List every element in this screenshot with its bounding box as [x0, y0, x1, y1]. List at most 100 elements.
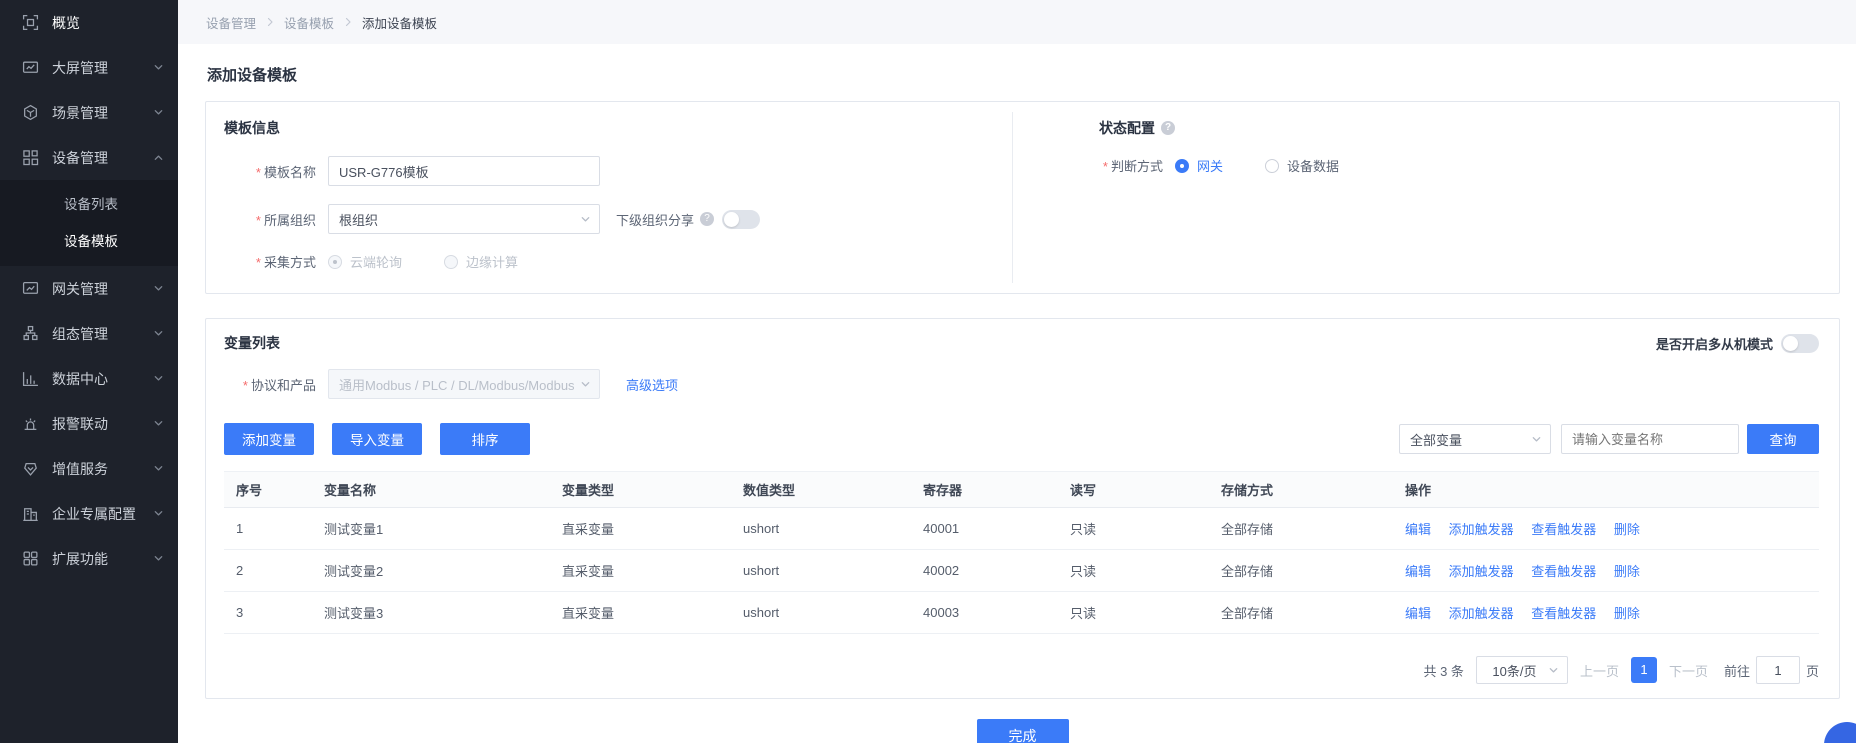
breadcrumb-item[interactable]: 设备管理 [206, 13, 256, 32]
chevron-down-icon [153, 107, 164, 118]
sidebar-submenu-device: 设备列表 设备模板 [0, 180, 178, 266]
view-trigger-link[interactable]: 查看触发器 [1531, 606, 1596, 621]
org-select[interactable]: 根组织 [328, 204, 600, 234]
query-button[interactable]: 查询 [1747, 424, 1819, 454]
table-row: 3 测试变量3 直采变量 ushort 40003 只读 全部存储 编辑 添加触… [224, 592, 1819, 634]
variable-filter-select[interactable]: 全部变量 [1399, 424, 1551, 454]
sidebar-item-label: 概览 [52, 13, 80, 33]
sidebar-item-label: 大屏管理 [52, 58, 108, 78]
delete-link[interactable]: 删除 [1614, 522, 1640, 537]
table-row: 1 测试变量1 直采变量 ushort 40001 只读 全部存储 编辑 添加触… [224, 508, 1819, 550]
finish-button[interactable]: 完成 [977, 719, 1069, 743]
add-variable-button[interactable]: 添加变量 [224, 423, 314, 455]
share-label: 下级组织分享 [616, 210, 694, 229]
help-icon[interactable]: ? [700, 212, 714, 226]
gateway-radio-label: 网关 [1197, 156, 1223, 175]
prev-page-button[interactable]: 上一页 [1580, 661, 1619, 680]
sidebar-subitem-device-list[interactable]: 设备列表 [0, 186, 178, 223]
sidebar-item-extension[interactable]: 扩展功能 [0, 536, 178, 581]
sidebar-item-label: 增值服务 [52, 459, 108, 479]
view-trigger-link[interactable]: 查看触发器 [1531, 522, 1596, 537]
variable-search-input[interactable] [1561, 424, 1739, 454]
col-header: 变量类型 [550, 472, 731, 508]
protocol-select: 通用Modbus / PLC / DL/Modbus/Modbus RTU [328, 369, 600, 399]
topology-icon [22, 325, 39, 342]
delete-link[interactable]: 删除 [1614, 606, 1640, 621]
toggle-knob [724, 212, 739, 227]
sidebar-item-data-center[interactable]: 数据中心 [0, 356, 178, 401]
data-center-icon [22, 370, 39, 387]
chevron-down-icon [153, 62, 164, 73]
goto-label: 前往 [1724, 661, 1750, 680]
next-page-button[interactable]: 下一页 [1669, 661, 1708, 680]
current-page-button[interactable]: 1 [1631, 657, 1657, 683]
page-size-select[interactable]: 10条/页 [1476, 656, 1568, 684]
add-trigger-link[interactable]: 添加触发器 [1449, 522, 1514, 537]
sidebar-item-big-screen[interactable]: 大屏管理 [0, 45, 178, 90]
import-variable-button[interactable]: 导入变量 [332, 423, 422, 455]
app-window: 概览 大屏管理 场景管理 设备管理 设备列表 设备模板 网关管理 组态 [0, 0, 1856, 743]
sidebar-item-label: 组态管理 [52, 324, 108, 344]
advanced-options-link[interactable]: 高级选项 [626, 375, 678, 394]
status-config-section: 状态配置 ? *判断方式 网关 设备数据 [1013, 102, 1839, 293]
add-trigger-link[interactable]: 添加触发器 [1449, 606, 1514, 621]
overview-icon [22, 14, 39, 31]
col-header: 数值类型 [731, 472, 911, 508]
sidebar-item-gateway[interactable]: 网关管理 [0, 266, 178, 311]
add-trigger-link[interactable]: 添加触发器 [1449, 564, 1514, 579]
template-info-title: 模板信息 [224, 118, 1012, 138]
page-title: 添加设备模板 [207, 64, 1840, 85]
toggle-knob [1783, 336, 1798, 351]
cloud-poll-label: 云端轮询 [350, 252, 402, 271]
view-trigger-link[interactable]: 查看触发器 [1531, 564, 1596, 579]
sidebar-item-overview[interactable]: 概览 [0, 0, 178, 45]
device-data-radio[interactable] [1265, 159, 1279, 173]
page-unit-label: 页 [1806, 661, 1819, 680]
goto-page-input[interactable] [1756, 656, 1800, 684]
chevron-up-icon [153, 152, 164, 163]
gateway-radio[interactable] [1175, 159, 1189, 173]
chevron-right-icon [343, 17, 353, 27]
sidebar-item-scene[interactable]: 场景管理 [0, 90, 178, 135]
sidebar-item-alarm[interactable]: 报警联动 [0, 401, 178, 446]
sidebar-item-device[interactable]: 设备管理 [0, 135, 178, 180]
sidebar: 概览 大屏管理 场景管理 设备管理 设备列表 设备模板 网关管理 组态 [0, 0, 178, 743]
pagination: 共 3 条 10条/页 上一页 1 下一页 前往 页 [224, 656, 1819, 684]
sidebar-item-label: 场景管理 [52, 103, 108, 123]
breadcrumb-item[interactable]: 设备模板 [284, 13, 334, 32]
variable-list-panel: 变量列表 是否开启多从机模式 *协议和产品 通用Modbus / PLC / D… [205, 318, 1840, 699]
chevron-down-icon [580, 379, 591, 390]
multi-slave-label: 是否开启多从机模式 [1656, 334, 1773, 353]
delete-link[interactable]: 删除 [1614, 564, 1640, 579]
edge-computing-radio[interactable] [444, 255, 458, 269]
edge-computing-label: 边缘计算 [466, 252, 518, 271]
cloud-poll-radio[interactable] [328, 255, 342, 269]
device-data-radio-label: 设备数据 [1287, 156, 1339, 175]
status-config-title: 状态配置 ? [1099, 118, 1815, 138]
edit-link[interactable]: 编辑 [1405, 522, 1431, 537]
sidebar-item-label: 网关管理 [52, 279, 108, 299]
sidebar-item-label: 设备管理 [52, 148, 108, 168]
sidebar-item-enterprise[interactable]: 企业专属配置 [0, 491, 178, 536]
share-toggle[interactable] [722, 210, 760, 229]
multi-slave-toggle[interactable] [1781, 334, 1819, 353]
chevron-down-icon [153, 373, 164, 384]
enterprise-icon [22, 505, 39, 522]
sidebar-item-topology[interactable]: 组态管理 [0, 311, 178, 356]
edit-link[interactable]: 编辑 [1405, 606, 1431, 621]
pagination-total: 共 3 条 [1423, 661, 1463, 680]
protocol-label: *协议和产品 [224, 375, 316, 394]
template-name-input[interactable] [328, 156, 600, 186]
extension-icon [22, 550, 39, 567]
template-name-label: *模板名称 [224, 162, 316, 181]
help-icon[interactable]: ? [1161, 121, 1175, 135]
variable-list-title: 变量列表 [224, 333, 280, 353]
judge-mode-label: *判断方式 [1085, 156, 1163, 175]
sort-button[interactable]: 排序 [440, 423, 530, 455]
table-row: 2 测试变量2 直采变量 ushort 40002 只读 全部存储 编辑 添加触… [224, 550, 1819, 592]
value-added-icon [22, 460, 39, 477]
sidebar-subitem-device-template[interactable]: 设备模板 [0, 223, 178, 260]
sidebar-item-value-added[interactable]: 增值服务 [0, 446, 178, 491]
chevron-down-icon [1531, 434, 1542, 445]
edit-link[interactable]: 编辑 [1405, 564, 1431, 579]
